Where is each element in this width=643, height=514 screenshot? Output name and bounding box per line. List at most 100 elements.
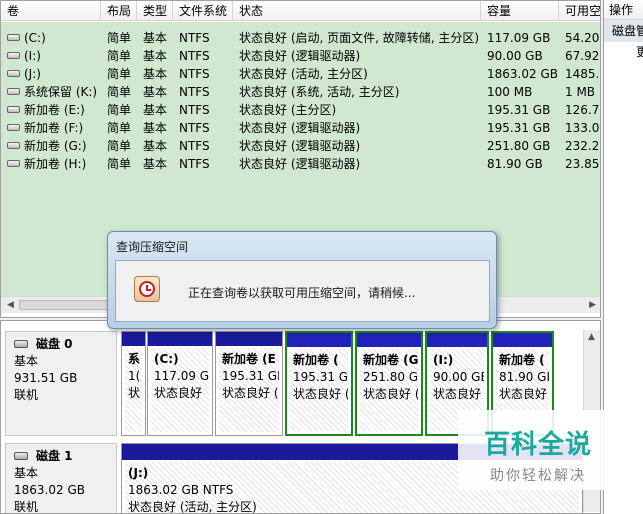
cell-layout: 简单: [107, 49, 132, 63]
cell-type: 基本: [143, 49, 168, 63]
partition-block[interactable]: 新加卷 (E 195.31 GI 状态良好 (: [215, 331, 283, 436]
partition-status: 状态良好 (: [222, 386, 279, 400]
cell-filesystem: NTFS: [179, 85, 210, 99]
action-more[interactable]: 更: [604, 42, 643, 62]
cell-capacity: 100 MB: [487, 85, 533, 99]
table-row[interactable]: (I:) 简单 基本 NTFS 状态良好 (逻辑驱动器) 90.00 GB 67.92: [1, 47, 600, 65]
actions-title: 操作: [604, 0, 643, 20]
watermark-logo: 百科全说 助你轻松解决: [458, 410, 618, 490]
cell-volume: 新加卷 (F:): [1, 119, 101, 137]
cell-free: 67.92: [565, 49, 600, 63]
cell-free: 1485.2: [565, 67, 600, 81]
cell-status: 状态良好 (启动, 页面文件, 故障转储, 主分区): [239, 31, 480, 45]
drive-icon: [7, 52, 20, 59]
partition-status: 状态良好 (: [499, 387, 549, 401]
cell-capacity: 251.80 GB: [487, 139, 551, 153]
cell-volume: 系统保留 (K:): [1, 83, 101, 101]
cell-capacity: 81.90 GB: [487, 157, 543, 171]
partition-name: 新加卷 (: [293, 353, 339, 367]
partition-size: 1(: [128, 369, 141, 383]
table-row[interactable]: (J:) 简单 基本 NTFS 状态良好 (活动, 主分区) 1863.02 GB 1485…: [1, 65, 600, 83]
partition-size: 90.00 GE: [433, 370, 484, 384]
col-header-layout[interactable]: 布局: [101, 1, 137, 21]
col-header-status[interactable]: 状态: [233, 1, 481, 21]
partition-block[interactable]: 新加卷 (195.31 G 状态良好 (: [285, 331, 353, 436]
partition-name: 新加卷 (: [499, 353, 545, 367]
col-header-type[interactable]: 类型: [137, 1, 173, 21]
disk-0-info[interactable]: 磁盘 0 基本 931.51 GB 联机: [5, 331, 117, 436]
watermark-main: 百科全说: [483, 430, 592, 460]
drive-icon: [7, 106, 20, 113]
cell-filesystem: NTFS: [179, 67, 210, 81]
cell-capacity: 195.31 GB: [487, 121, 551, 135]
col-header-free[interactable]: 可用空: [559, 1, 600, 21]
drive-icon: [7, 160, 20, 167]
table-row[interactable]: 新加卷 (G:) 简单 基本 NTFS 状态良好 (逻辑驱动器) 251.80 GB 232…: [1, 137, 600, 155]
cell-type: 基本: [143, 31, 168, 45]
col-header-capacity[interactable]: 容量: [481, 1, 559, 21]
partition-name: 系: [128, 352, 141, 366]
cell-status: 状态良好 (系统, 活动, 主分区): [239, 85, 400, 99]
dialog-message: 正在查询卷以获取可用压缩空间，请稍候...: [188, 286, 416, 300]
disk-1-size: 1863.02 GB: [14, 483, 85, 497]
cell-status: 状态良好 (逻辑驱动器): [239, 139, 361, 153]
cell-type: 基本: [143, 85, 168, 99]
query-shrink-dialog: 查询压缩空间 正在查询卷以获取可用压缩空间，请稍候...: [107, 231, 497, 329]
cell-capacity: 90.00 GB: [487, 49, 543, 63]
table-row[interactable]: 新加卷 (F:) 简单 基本 NTFS 状态良好 (逻辑驱动器) 195.31 GB 133…: [1, 119, 600, 137]
table-row[interactable]: (C:) 简单 基本 NTFS 状态良好 (启动, 页面文件, 故障转储, 主分区) 11…: [1, 29, 600, 47]
cell-layout: 简单: [107, 67, 132, 81]
dialog-body: 正在查询卷以获取可用压缩空间，请稍候...: [115, 260, 490, 322]
cell-volume: (C:): [1, 29, 101, 47]
cell-filesystem: NTFS: [179, 139, 210, 153]
partition-status: 状: [128, 386, 141, 400]
drive-icon: [7, 142, 20, 149]
cell-volume: 新加卷 (E:): [1, 101, 101, 119]
cell-layout: 简单: [107, 31, 132, 45]
disk-1-type: 基本: [14, 466, 39, 480]
scroll-up-icon[interactable]: ▲: [588, 332, 595, 342]
scroll-thumb[interactable]: [19, 300, 119, 310]
partition-status: 状态良好 (: [363, 387, 418, 401]
disk-1-info[interactable]: 磁盘 1 基本 1863.02 GB 联机: [5, 443, 117, 514]
cell-status: 状态良好 (活动, 主分区): [239, 67, 368, 81]
disk-0-size: 931.51 GB: [14, 371, 78, 385]
scroll-left-icon[interactable]: ◀: [7, 300, 14, 310]
scroll-right-icon[interactable]: ▶: [589, 300, 596, 310]
action-disk-management[interactable]: 磁盘管: [604, 20, 643, 42]
drive-icon: [7, 70, 20, 77]
disk-0-name: 磁盘 0: [36, 337, 73, 351]
cell-volume: 新加卷 (H:): [1, 155, 101, 173]
cell-filesystem: NTFS: [179, 31, 210, 45]
table-row[interactable]: 系统保留 (K:) 简单 基本 NTFS 状态良好 (系统, 活动, 主分区) 100 M…: [1, 83, 600, 101]
cell-layout: 简单: [107, 157, 132, 171]
col-header-volume[interactable]: 卷: [1, 1, 101, 21]
cell-type: 基本: [143, 139, 168, 153]
partition-size: 81.90 GI: [499, 370, 549, 384]
cell-status: 状态良好 (逻辑驱动器): [239, 49, 361, 63]
volume-list-header: 卷 布局 类型 文件系统 状态 容量 可用空: [1, 1, 600, 21]
cell-free: 133.09: [565, 121, 600, 135]
disk-1-status: 联机: [14, 500, 39, 514]
cell-status: 状态良好 (主分区): [239, 103, 337, 117]
cell-free: 23.85: [565, 157, 600, 171]
cell-filesystem: NTFS: [179, 103, 210, 117]
cell-volume: (I:): [1, 47, 101, 65]
table-row[interactable]: 新加卷 (E:) 简单 基本 NTFS 状态良好 (主分区) 195.31 GB 126.7…: [1, 101, 600, 119]
col-header-filesystem[interactable]: 文件系统: [173, 1, 233, 21]
table-row[interactable]: 新加卷 (H:) 简单 基本 NTFS 状态良好 (逻辑驱动器) 81.90 GB 23.8…: [1, 155, 600, 173]
cell-type: 基本: [143, 67, 168, 81]
partition-block[interactable]: 新加卷 (G 251.80 GE 状态良好 (: [355, 331, 423, 436]
partition-size: 195.31 G: [293, 370, 348, 384]
partition-block[interactable]: (C:) 117.09 G 状态良好: [147, 331, 213, 436]
cell-type: 基本: [143, 121, 168, 135]
partition-block[interactable]: 系 1( 状: [121, 331, 146, 436]
cell-filesystem: NTFS: [179, 49, 210, 63]
partition-status: 状态良好: [433, 387, 482, 401]
watermark-sub: 助你轻松解决: [490, 468, 586, 484]
partition-size: 251.80 GE: [363, 370, 418, 384]
cell-layout: 简单: [107, 139, 132, 153]
cell-free: 1 MB: [565, 85, 596, 99]
clock-icon: [134, 276, 160, 302]
drive-icon: [7, 124, 20, 131]
